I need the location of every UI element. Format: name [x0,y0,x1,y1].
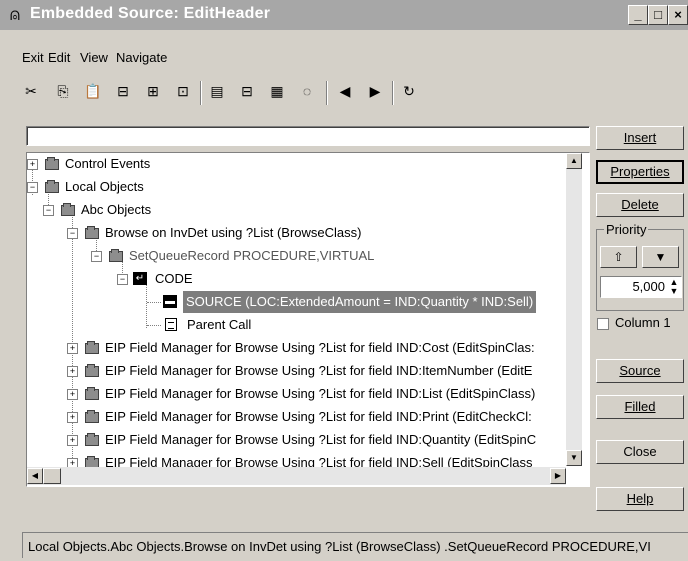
document-icon [165,318,177,331]
paste-icon[interactable]: 📋 [82,80,104,102]
maximize-button[interactable]: □ [648,5,668,25]
tree-label: CODE [155,271,193,286]
app-icon: ⍝ [9,5,21,24]
folder-icon [109,249,123,262]
folder-icon [85,387,99,400]
next-icon[interactable]: ▶ [364,80,386,102]
expand-icon[interactable]: + [27,159,38,170]
tree-line [146,280,147,328]
expand-icon[interactable]: + [67,389,78,400]
code-icon: ↵ [133,272,147,285]
cut-icon[interactable]: ✂ [20,80,42,102]
tree-label: SOURCE (LOC:ExtendedAmount = IND:Quantit… [183,291,537,313]
tree-label: Control Events [65,156,151,171]
refresh-icon[interactable]: ↻ [398,80,420,102]
scroll-down-icon[interactable]: ▼ [566,450,582,466]
tree-label: EIP Field Manager for Browse Using ?List… [105,409,532,424]
expand-icon[interactable]: + [67,435,78,446]
close-window-button[interactable]: × [668,5,688,25]
help-button[interactable]: Help [596,487,684,511]
status-text: Local Objects.Abc Objects.Browse on InvD… [28,539,651,554]
toolbar-separator [392,81,394,105]
expand-icon[interactable]: ▦ [266,80,288,102]
tree-label: Parent Call [187,317,252,332]
toolbar-separator [326,81,328,105]
scroll-left-icon[interactable]: ◀ [27,468,43,484]
tree-label: EIP Field Manager for Browse Using ?List… [105,432,537,447]
collapse-icon[interactable]: − [91,251,102,262]
priority-up-icon[interactable]: ⇧ [600,246,637,268]
insert-before-icon[interactable]: ⊟ [112,80,134,102]
minimize-button[interactable]: _ [628,5,648,25]
source-button[interactable]: Source [596,359,684,383]
column1-checkbox[interactable] [597,318,609,330]
find-icon[interactable]: ◌ [296,80,318,102]
close-button[interactable]: Close [596,440,684,464]
priority-group [596,229,684,311]
folder-icon [45,157,59,170]
delete-button[interactable]: Delete [596,193,684,217]
previous-icon[interactable]: ◀ [334,80,356,102]
collapse-icon[interactable]: − [43,205,54,216]
embed-tree[interactable]: + Control Events − Local Objects − Abc O… [26,152,590,487]
search-input[interactable] [26,126,590,146]
menu-navigate[interactable]: Navigate [116,50,167,65]
collapse-icon[interactable]: − [27,182,38,193]
folder-icon [85,433,99,446]
tree-label: Local Objects [65,179,144,194]
toolbar-separator [200,81,202,105]
column1-label: Column 1 [615,315,671,330]
tree-label: Abc Objects [81,202,152,217]
tree-label: Browse on InvDet using ?List (BrowseClas… [105,225,362,240]
tree-line [147,302,161,303]
tree-label: EIP Field Manager for Browse Using ?List… [105,363,533,378]
folder-icon [45,180,59,193]
tree-label: EIP Field Manager for Browse Using ?List… [105,386,536,401]
insert-button[interactable]: Insert [596,126,684,150]
insert-after-icon[interactable]: ⊞ [142,80,164,102]
copy-icon[interactable]: ⎘ [52,80,74,102]
folder-icon [85,364,99,377]
collapse-icon[interactable]: − [117,274,128,285]
vertical-scrollbar[interactable]: ▲ ▼ [566,153,582,466]
menu-view[interactable]: View [80,50,108,65]
expand-icon[interactable]: + [67,366,78,377]
embed-icon[interactable]: ▤ [206,80,228,102]
tree-label: EIP Field Manager for Browse Using ?List… [105,340,535,355]
filled-button[interactable]: Filled [596,395,684,419]
insert-child-icon[interactable]: ⊡ [172,80,194,102]
collapse-icon[interactable]: ⊟ [236,80,258,102]
folder-icon [85,410,99,423]
horizontal-scrollbar[interactable]: ◀ ▶ [27,467,566,485]
properties-button[interactable]: Properties [596,160,684,184]
window-title: Embedded Source: EditHeader [30,5,271,22]
collapse-icon[interactable]: − [67,228,78,239]
folder-icon [61,203,75,216]
tree-line [72,212,73,472]
tree-label: SetQueueRecord PROCEDURE,VIRTUAL [129,248,375,263]
priority-down-icon[interactable]: ▼ [642,246,679,268]
priority-spinner[interactable]: ▲ ▼ [668,278,680,296]
scroll-right-icon[interactable]: ▶ [550,468,566,484]
menu-exit[interactable]: Exit [22,50,44,65]
folder-icon [85,226,99,239]
expand-icon[interactable]: + [67,343,78,354]
expand-icon[interactable]: + [67,412,78,423]
priority-label: Priority [604,222,649,237]
scroll-thumb[interactable] [43,468,61,484]
menu-edit[interactable]: Edit [48,50,70,65]
folder-icon [85,341,99,354]
scroll-up-icon[interactable]: ▲ [566,153,582,169]
tree-line [147,325,161,326]
source-icon: ▬ [163,295,177,308]
